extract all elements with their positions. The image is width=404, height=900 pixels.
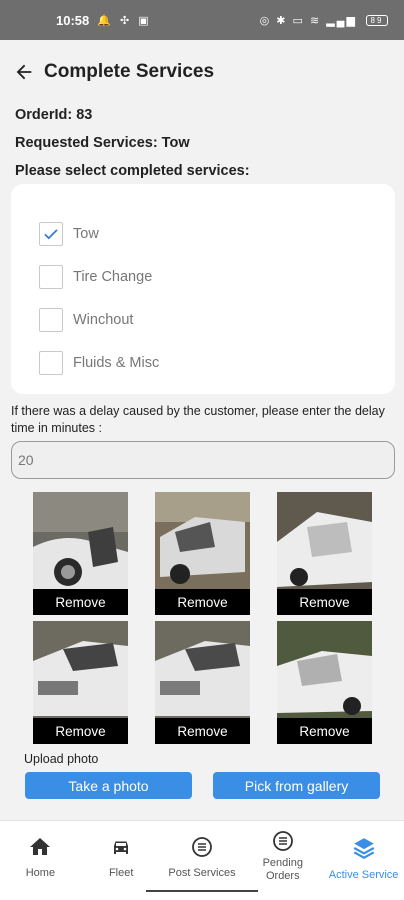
photo-thumbnail[interactable]: Remove: [155, 621, 250, 744]
nav-home[interactable]: Home: [0, 821, 81, 900]
nav-active-service[interactable]: Active Service: [323, 821, 404, 900]
service-option-winchout[interactable]: Winchout: [11, 298, 395, 341]
car-icon: [114, 841, 129, 854]
nav-label: Post Services: [168, 867, 236, 879]
remove-photo-button[interactable]: Remove: [155, 589, 250, 615]
checkbox-tire-change[interactable]: [39, 264, 63, 289]
photo-thumbnail[interactable]: Remove: [33, 492, 128, 615]
service-option-tire-change[interactable]: Tire Change: [11, 255, 395, 298]
photo-thumbnail[interactable]: Remove: [155, 492, 250, 615]
bottom-navigation: Home Fleet Post Services Pending Orders …: [0, 820, 404, 900]
service-label: Winchout: [73, 311, 134, 328]
nav-label: Pending Orders: [262, 857, 303, 882]
battery-icon: 89: [366, 15, 388, 27]
select-prompt: Please select completed services:: [15, 163, 250, 179]
remove-photo-button[interactable]: Remove: [155, 718, 250, 744]
photo-thumbnail[interactable]: Remove: [33, 621, 128, 744]
home-icon: [30, 838, 51, 855]
remove-photo-button[interactable]: Remove: [33, 589, 128, 615]
take-photo-button[interactable]: Take a photo: [25, 772, 192, 799]
page-title: Complete Services: [44, 61, 215, 82]
upload-photo-label: Upload photo: [24, 752, 99, 766]
checkmark-icon: [44, 228, 58, 239]
pick-gallery-button[interactable]: Pick from gallery: [213, 772, 380, 799]
arrow-left-icon: [16, 64, 32, 80]
service-label: Tire Change: [73, 268, 153, 285]
remove-photo-button[interactable]: Remove: [277, 718, 372, 744]
service-option-tow[interactable]: Tow: [11, 212, 395, 255]
checkbox-tow[interactable]: [39, 221, 63, 246]
photo-grid: Remove Remove Remove Remove Remove Remov…: [33, 492, 373, 744]
notification-icons: 🔔 ✣ ▣: [97, 14, 152, 27]
status-time: 10:58: [56, 12, 90, 28]
photo-thumbnail[interactable]: Remove: [277, 492, 372, 615]
nav-label: Home: [25, 867, 56, 879]
nav-label: Active Service: [328, 869, 399, 881]
nav-post-services[interactable]: Post Services: [162, 821, 243, 900]
layers-icon: [353, 838, 374, 859]
remove-photo-button[interactable]: Remove: [33, 718, 128, 744]
service-label: Fluids & Misc: [73, 354, 160, 371]
photo-thumbnail[interactable]: Remove: [277, 621, 372, 744]
status-bar: 10:58 🔔 ✣ ▣ ◎ ✱ ▭ ≋ ▂▄▆ 89: [0, 0, 404, 40]
checkbox-winchout[interactable]: [39, 307, 63, 332]
app-header: Complete Services: [0, 40, 404, 104]
services-card: Tow Tire Change Winchout Fluids & Misc: [11, 184, 395, 394]
service-option-fluids[interactable]: Fluids & Misc: [11, 341, 395, 384]
checkbox-fluids[interactable]: [39, 350, 63, 375]
nav-label: Fleet: [108, 867, 134, 879]
nav-fleet[interactable]: Fleet: [81, 821, 162, 900]
nav-pending-orders[interactable]: Pending Orders: [242, 821, 323, 900]
nav-indicator: [146, 890, 258, 892]
system-icons: ◎ ✱ ▭ ≋ ▂▄▆ 89: [260, 14, 388, 27]
service-label: Tow: [73, 225, 99, 242]
back-button[interactable]: [12, 60, 36, 84]
requested-services: Requested Services: Tow: [15, 135, 190, 151]
remove-photo-button[interactable]: Remove: [277, 589, 372, 615]
delay-label: If there was a delay caused by the custo…: [11, 404, 385, 435]
list-circle-icon: [272, 831, 293, 851]
delay-input[interactable]: [11, 441, 395, 479]
list-circle-icon: [192, 837, 212, 857]
order-id: OrderId: 83: [15, 107, 93, 123]
